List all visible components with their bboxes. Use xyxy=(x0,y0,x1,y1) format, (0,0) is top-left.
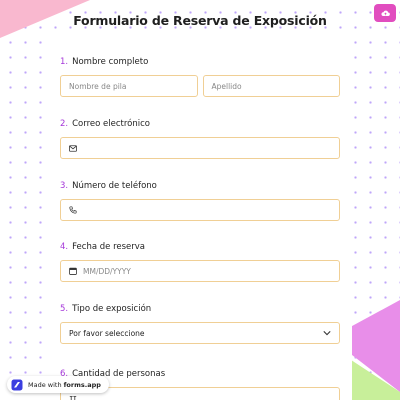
field-number: 4. xyxy=(60,242,69,252)
field-exposure-type: 5. Tipo de exposición Por favor seleccion… xyxy=(60,304,340,344)
date-placeholder: MM/DD/YYYY xyxy=(83,266,131,276)
made-with-badge[interactable]: Made with forms.app xyxy=(7,376,109,393)
select-value: Por favor seleccione xyxy=(69,328,145,338)
calendar-icon xyxy=(69,267,77,275)
field-reservation-date: 4. Fecha de reserva MM/DD/YYYY xyxy=(60,242,340,282)
exposure-type-select[interactable]: Por favor seleccione xyxy=(60,322,340,344)
chevron-down-icon xyxy=(323,331,331,336)
field-label-text: Número de teléfono xyxy=(72,181,157,191)
first-name-placeholder: Nombre de pila xyxy=(69,81,127,91)
envelope-icon xyxy=(69,144,77,152)
form-title: Formulario de Reserva de Exposición xyxy=(73,13,327,28)
phone-input[interactable] xyxy=(60,199,340,221)
last-name-placeholder: Apellido xyxy=(211,81,242,91)
field-number: 2. xyxy=(60,119,69,129)
field-label: 4. Fecha de reserva xyxy=(60,242,340,254)
field-label-text: Nombre completo xyxy=(72,57,149,67)
forms-app-logo-icon xyxy=(11,379,23,390)
field-label: 1. Nombre completo xyxy=(60,57,340,69)
first-name-input[interactable]: Nombre de pila xyxy=(60,75,198,97)
field-number: 5. xyxy=(60,304,69,314)
field-label: 3. Número de teléfono xyxy=(60,181,340,193)
field-label: 2. Correo electrónico xyxy=(60,119,340,131)
date-input[interactable]: MM/DD/YYYY xyxy=(60,260,340,282)
field-number: 3. xyxy=(60,181,69,191)
field-number: 1. xyxy=(60,57,69,67)
number-type-icon xyxy=(69,395,77,400)
field-label-text: Correo electrónico xyxy=(72,119,151,129)
last-name-input[interactable]: Apellido xyxy=(202,75,340,97)
made-with-text: Made with xyxy=(28,380,62,389)
cloud-upload-icon xyxy=(380,10,390,16)
field-label-text: Fecha de reserva xyxy=(72,242,146,252)
phone-icon xyxy=(69,206,77,214)
field-phone: 3. Número de teléfono xyxy=(60,181,340,221)
email-input[interactable] xyxy=(60,137,340,159)
field-label: 5. Tipo de exposición xyxy=(60,304,340,316)
brand-name: forms.app xyxy=(63,380,101,389)
cloud-upload-button[interactable] xyxy=(374,4,396,22)
field-label-text: Tipo de exposición xyxy=(72,304,152,314)
field-full-name: 1. Nombre completo Nombre de pila Apellid… xyxy=(60,57,340,97)
field-email: 2. Correo electrónico xyxy=(60,119,340,159)
